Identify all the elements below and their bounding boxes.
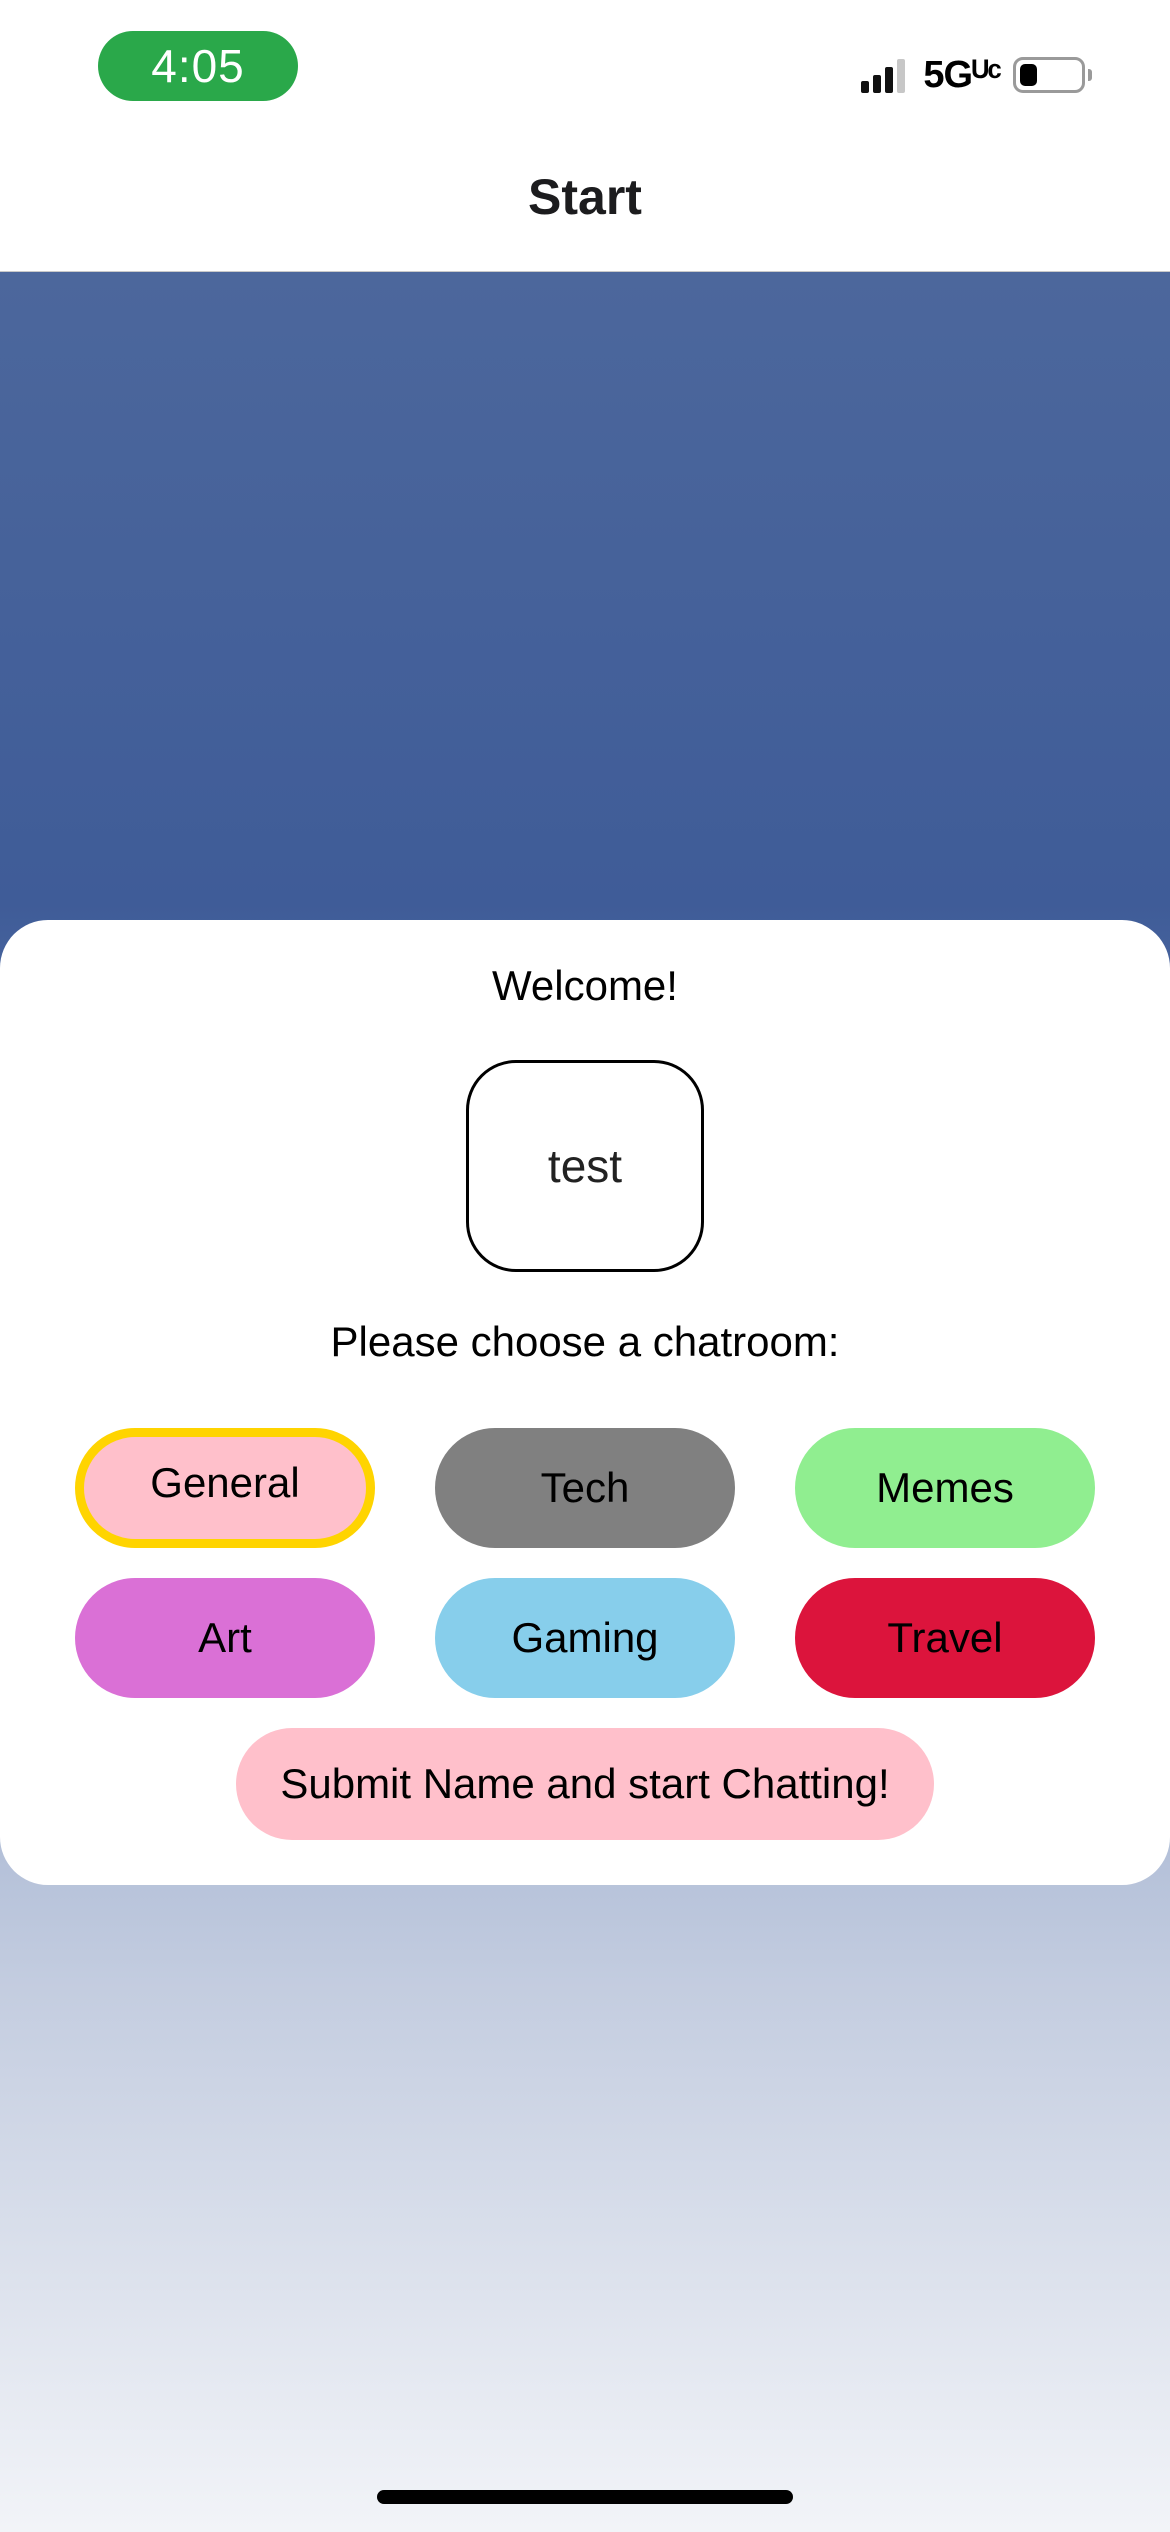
nav-header: Start [0,140,1170,272]
home-indicator [377,2490,793,2504]
status-bar: 4:05 5Gᵁᶜ [0,0,1170,140]
room-button-label: Travel [887,1614,1003,1661]
room-button-general[interactable]: General [75,1428,375,1548]
battery-nub [1088,69,1092,81]
welcome-text: Welcome! [492,962,678,1009]
room-button-label: Memes [876,1464,1014,1511]
room-button-label: Art [198,1614,252,1661]
room-button-label: General [150,1459,300,1506]
chatroom-prompt: Please choose a chatroom: [330,1318,840,1365]
network-type: 5Gᵁᶜ [923,53,1002,96]
name-input[interactable]: test [466,1060,704,1272]
submit-button-label: Submit Name and start Chatting! [280,1760,890,1807]
battery-level [1020,64,1038,86]
submit-button[interactable]: Submit Name and start Chatting! [236,1728,934,1840]
room-button-art[interactable]: Art [75,1578,375,1698]
page-title: Start [528,168,642,225]
status-time: 4:05 [151,40,245,92]
status-time-pill[interactable]: 4:05 [98,31,298,101]
room-button-tech[interactable]: Tech [435,1428,735,1548]
room-button-travel[interactable]: Travel [795,1578,1095,1698]
room-button-label: Gaming [511,1614,659,1661]
room-button-gaming[interactable]: Gaming [435,1578,735,1698]
name-input-value: test [547,1140,623,1192]
room-button-label: Tech [540,1464,630,1511]
room-button-memes[interactable]: Memes [795,1428,1095,1548]
status-indicators: 5Gᵁᶜ [861,52,1092,98]
cellular-signal-icon [861,57,909,93]
start-card: Welcome! test Please choose a chatroom: … [0,920,1170,1885]
battery-icon [1013,57,1085,93]
